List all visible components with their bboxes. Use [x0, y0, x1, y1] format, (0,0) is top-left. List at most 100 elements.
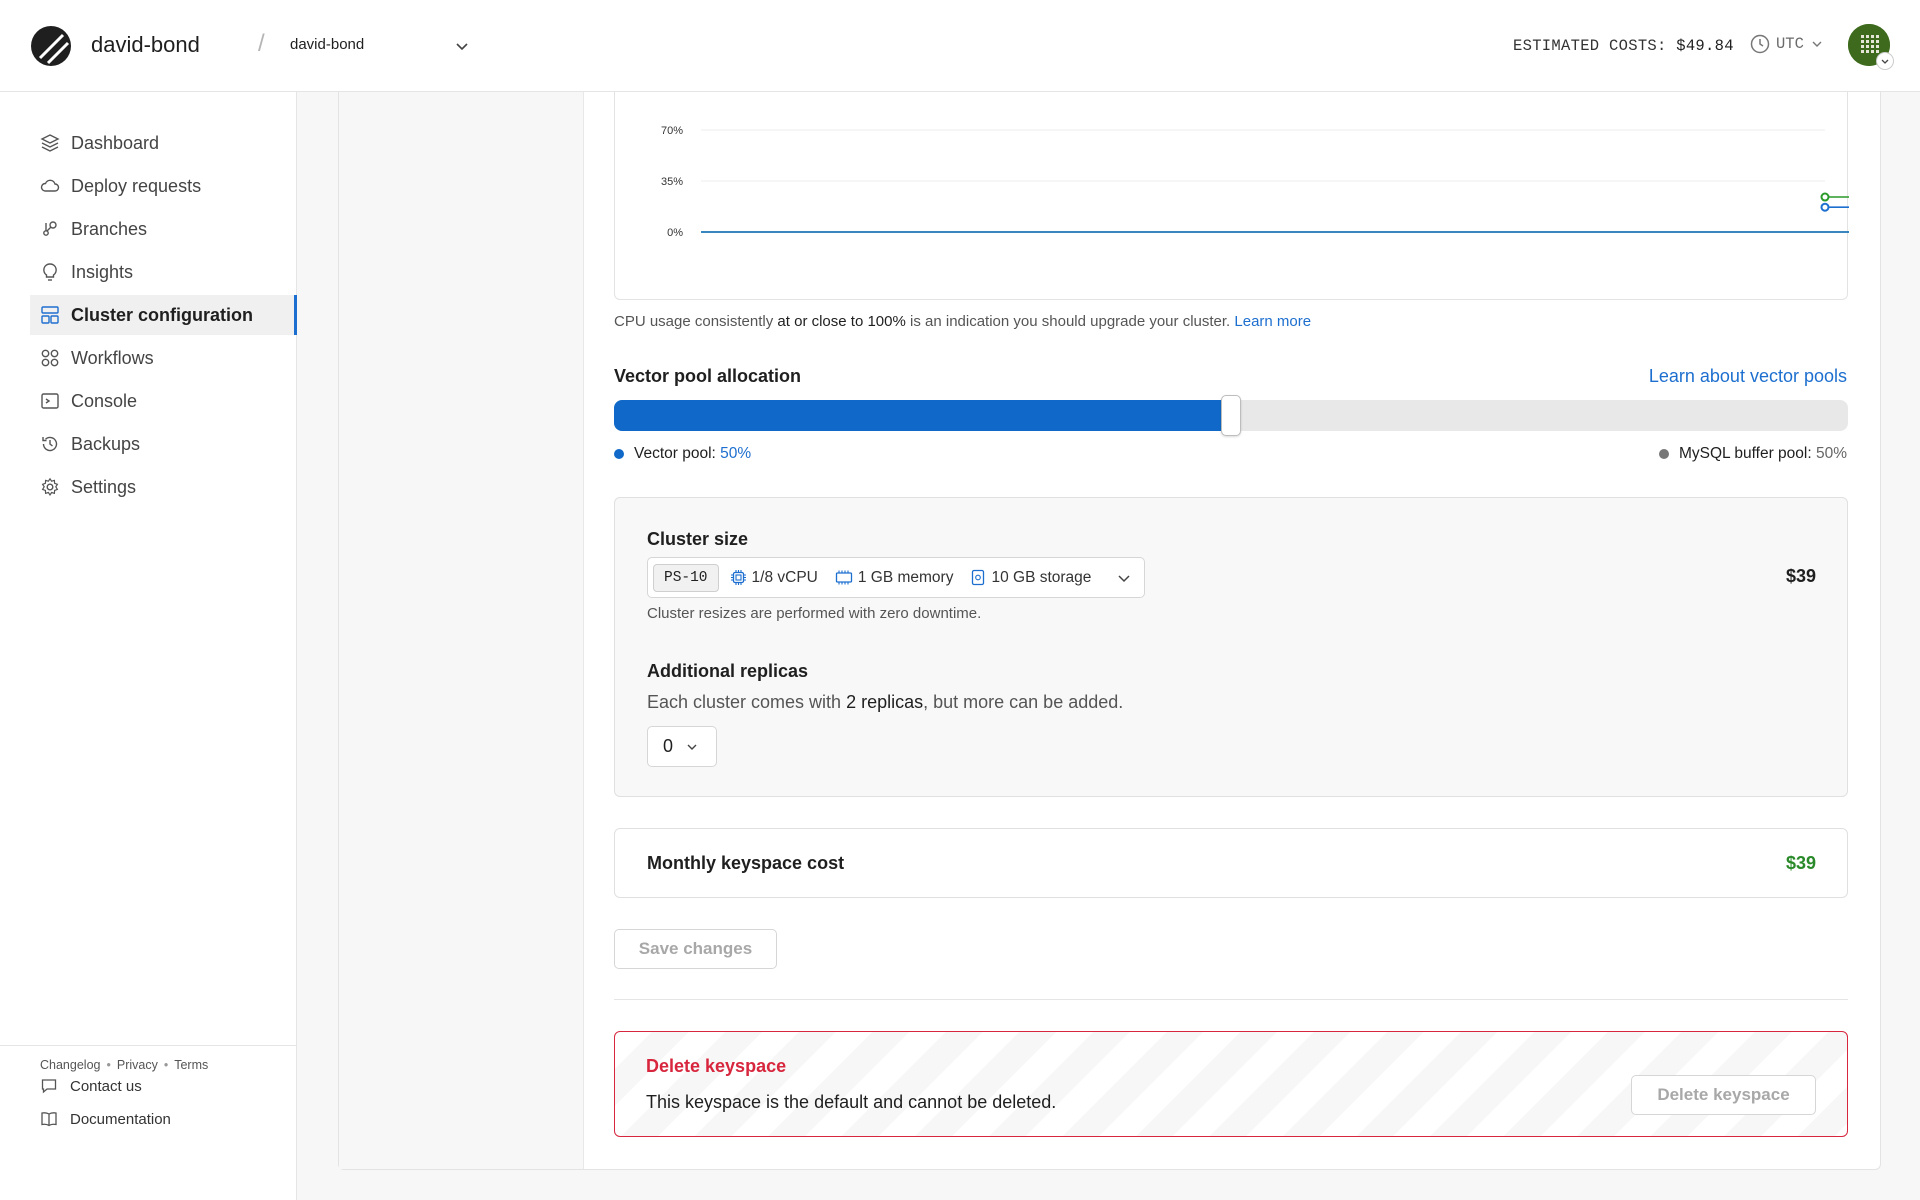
cpu-usage-chart: 0%35%70%08:0011:0014:0017:0020:0023:0002… — [661, 125, 1920, 239]
cpu-icon — [730, 570, 746, 585]
legal-separator: • — [163, 1058, 169, 1072]
footer-legal-links: Changelog • Privacy • Terms — [40, 1058, 208, 1072]
gear-icon — [40, 477, 60, 497]
vector-pool-percent: 50% — [720, 445, 752, 462]
changelog-link[interactable]: Changelog — [40, 1058, 100, 1072]
replicas-value: 0 — [663, 736, 674, 756]
delete-keyspace-button[interactable]: Delete keyspace — [1631, 1075, 1816, 1115]
y-tick-label: 70% — [661, 125, 683, 137]
privacy-link[interactable]: Privacy — [117, 1058, 158, 1072]
sidebar-item-label: Workflows — [71, 347, 154, 368]
lightbulb-icon — [40, 262, 60, 282]
sidebar-item-insights[interactable]: Insights — [30, 252, 297, 292]
sidebar-item-workflows[interactable]: Workflows — [30, 338, 297, 378]
estimated-costs-label: ESTIMATED COSTS: — [1513, 37, 1667, 55]
mysql-buffer-pool-dot — [1658, 449, 1669, 459]
estimated-costs-value: $49.84 — [1676, 37, 1734, 55]
chevron-down-icon[interactable] — [454, 38, 470, 54]
delete-keyspace-description: This keyspace is the default and cannot … — [646, 1092, 1057, 1112]
sidebar-item-cluster-configuration[interactable]: Cluster configuration — [30, 295, 297, 335]
sidebar: Dashboard Deploy requests Branches Insig… — [0, 92, 297, 1200]
replicas-select[interactable]: 0 — [647, 726, 717, 767]
storage-icon — [972, 569, 985, 586]
clock-icon — [1750, 34, 1770, 54]
chevron-down-icon — [1881, 59, 1889, 64]
legal-separator: • — [106, 1058, 111, 1072]
avatar-menu-badge[interactable] — [1876, 52, 1894, 70]
storage-spec: 10 GB storage — [970, 569, 1091, 587]
additional-replicas-description: Each cluster comes with 2 replicas, but … — [647, 692, 1123, 713]
terminal-icon — [40, 391, 60, 411]
chart-series-line-2 — [701, 206, 1920, 233]
vcpu-label: 1/8 vCPU — [751, 568, 818, 586]
learn-more-link[interactable]: Learn more — [1234, 313, 1311, 330]
cpu-usage-note: CPU usage consistently at or close to 10… — [614, 313, 1311, 330]
cpu-usage-chart-card: 0%35%70%08:0011:0014:0017:0020:0023:0002… — [614, 92, 1920, 300]
documentation-link[interactable]: Documentation — [40, 1110, 171, 1128]
vector-pool-slider-handle[interactable] — [1221, 395, 1241, 436]
planetscale-logo[interactable] — [30, 25, 72, 67]
org-selector[interactable]: david-bond — [290, 36, 470, 53]
vector-pool-slider[interactable] — [614, 395, 1848, 436]
timezone-selector[interactable]: UTC — [1750, 34, 1824, 54]
sidebar-item-settings[interactable]: Settings — [30, 467, 297, 507]
delete-keyspace-title: Delete keyspace — [646, 1056, 787, 1076]
chevron-down-icon — [1812, 41, 1822, 47]
chevron-down-icon — [1118, 575, 1130, 583]
cpu-note-suffix: is an indication you should upgrade your… — [905, 313, 1235, 330]
cluster-resize-note: Cluster resizes are performed with zero … — [647, 605, 982, 622]
chart-series-line-1 — [701, 196, 1920, 233]
learn-vector-pools-link[interactable]: Learn about vector pools — [1649, 366, 1847, 387]
chart-series-endpoint-2 — [1820, 202, 1830, 212]
y-tick-label: 35% — [661, 176, 683, 188]
cluster-size-card: Cluster size PS-10 1/8 vCPU 1 GB memory … — [614, 497, 1848, 797]
y-tick-label: 0% — [667, 227, 683, 239]
sidebar-item-label: Dashboard — [71, 132, 160, 153]
vector-pool-dot — [614, 449, 624, 459]
vector-pool-fill — [614, 400, 1231, 431]
sidebar-footer-divider — [0, 1045, 296, 1046]
mysql-buffer-pool-label: MySQL buffer pool: — [1678, 445, 1812, 462]
memory-icon — [835, 570, 853, 585]
contact-us-link[interactable]: Contact us — [40, 1077, 142, 1095]
cpu-note-emphasis: at or close to 100% — [777, 313, 906, 330]
sidebar-item-dashboard[interactable]: Dashboard — [30, 123, 297, 163]
memory-spec: 1 GB memory — [835, 568, 954, 587]
save-changes-button[interactable]: Save changes — [614, 929, 777, 969]
vector-pool-title: Vector pool allocation — [614, 366, 802, 386]
sidebar-item-console[interactable]: Console — [30, 381, 297, 421]
cluster-size-title: Cluster size — [647, 529, 749, 549]
replicas-desc-emphasis: 2 replicas — [846, 692, 924, 712]
mysql-buffer-pool-legend: MySQL buffer pool: 50% — [1658, 445, 1847, 463]
breadcrumb-separator: / — [258, 30, 265, 57]
additional-replicas-title: Additional replicas — [647, 661, 809, 681]
layers-icon — [40, 133, 60, 153]
replicas-desc-suffix: , but more can be added. — [923, 692, 1124, 712]
cluster-size-price: $39 — [1785, 566, 1816, 586]
cluster-size-select[interactable]: PS-10 1/8 vCPU 1 GB memory 10 GB storage — [647, 557, 1145, 598]
workflows-icon — [40, 348, 60, 368]
sidebar-item-branches[interactable]: Branches — [30, 209, 297, 249]
sidebar-item-backups[interactable]: Backups — [30, 424, 297, 464]
sidebar-item-label: Branches — [71, 218, 148, 239]
sidebar-item-deploy-requests[interactable]: Deploy requests — [30, 166, 297, 206]
memory-label: 1 GB memory — [857, 568, 954, 586]
sidebar-item-label: Console — [71, 390, 138, 411]
section-divider — [614, 999, 1848, 1000]
org-name[interactable]: david-bond — [91, 32, 200, 58]
book-icon — [41, 1112, 57, 1127]
sidebar-item-label: Insights — [71, 261, 134, 282]
timezone-label: UTC — [1776, 35, 1804, 53]
estimated-costs[interactable]: ESTIMATED COSTS: $49.84 — [1513, 37, 1734, 55]
keyspace-side-column — [339, 92, 584, 1169]
mysql-buffer-pool-percent: 50% — [1815, 445, 1847, 462]
documentation-label: Documentation — [70, 1110, 171, 1128]
delete-keyspace-card: Delete keyspace This keyspace is the def… — [614, 1031, 1848, 1137]
vector-pool-label: Vector pool: — [634, 445, 716, 462]
cloud-icon — [40, 176, 60, 196]
terms-link[interactable]: Terms — [174, 1058, 208, 1072]
vector-pool-legend: Vector pool: 50% — [614, 445, 751, 463]
history-icon — [40, 434, 60, 454]
top-header: david-bond / david-bond ESTIMATED COSTS:… — [0, 0, 1920, 92]
replicas-desc-prefix: Each cluster comes with — [647, 692, 847, 712]
